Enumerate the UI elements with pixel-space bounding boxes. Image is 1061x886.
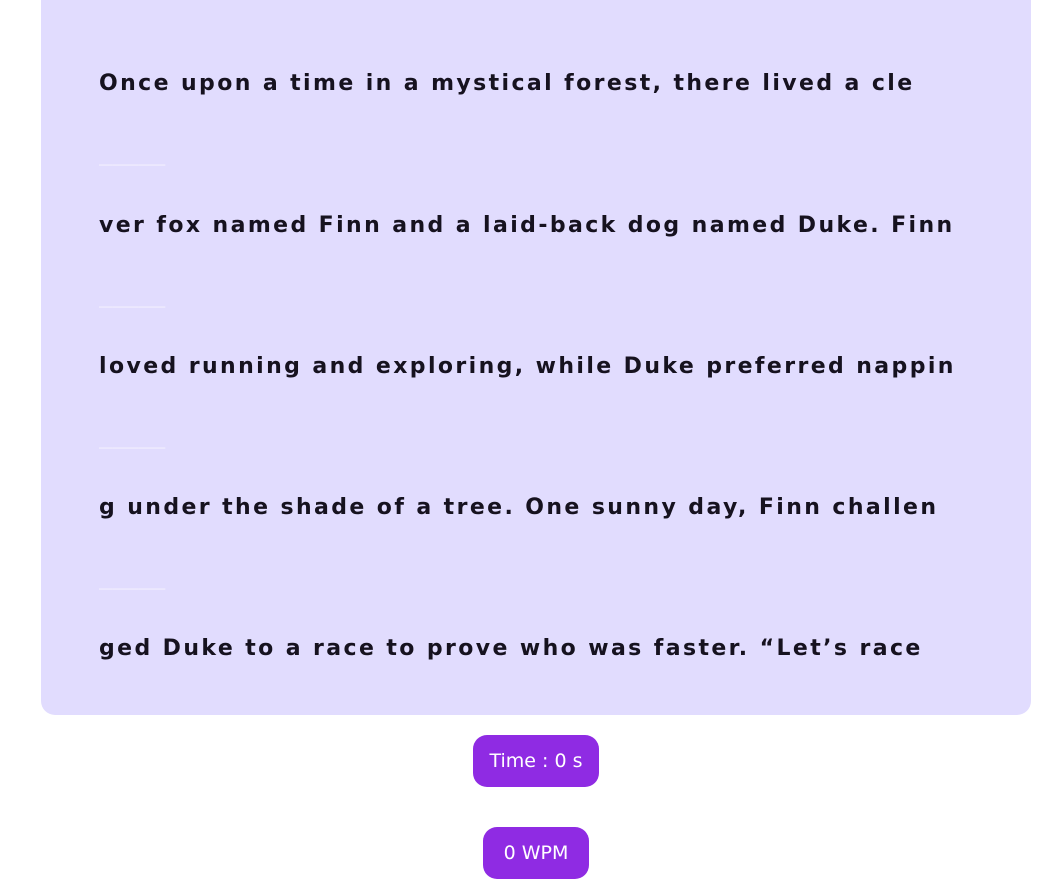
blank-marker-2: _____ [99, 283, 166, 308]
text-line-5: ged Duke to a race to prove who was fast… [99, 636, 923, 661]
blank-marker-4: _____ [99, 565, 166, 590]
text-line-4: g under the shade of a tree. One sunny d… [99, 495, 939, 520]
text-line-3: loved running and exploring, while Duke … [99, 354, 956, 379]
text-line-2: ver fox named Finn and a laid-back dog n… [99, 213, 955, 238]
blank-marker-3: _____ [99, 424, 166, 449]
blank-marker-1: _____ [99, 141, 166, 166]
wpm-badge: 0 WPM [483, 827, 589, 879]
timer-badge: Time : 0 s [473, 735, 599, 787]
typing-text-panel: Once upon a time in a mystical forest, t… [41, 0, 1031, 715]
text-line-1: Once upon a time in a mystical forest, t… [99, 71, 915, 96]
